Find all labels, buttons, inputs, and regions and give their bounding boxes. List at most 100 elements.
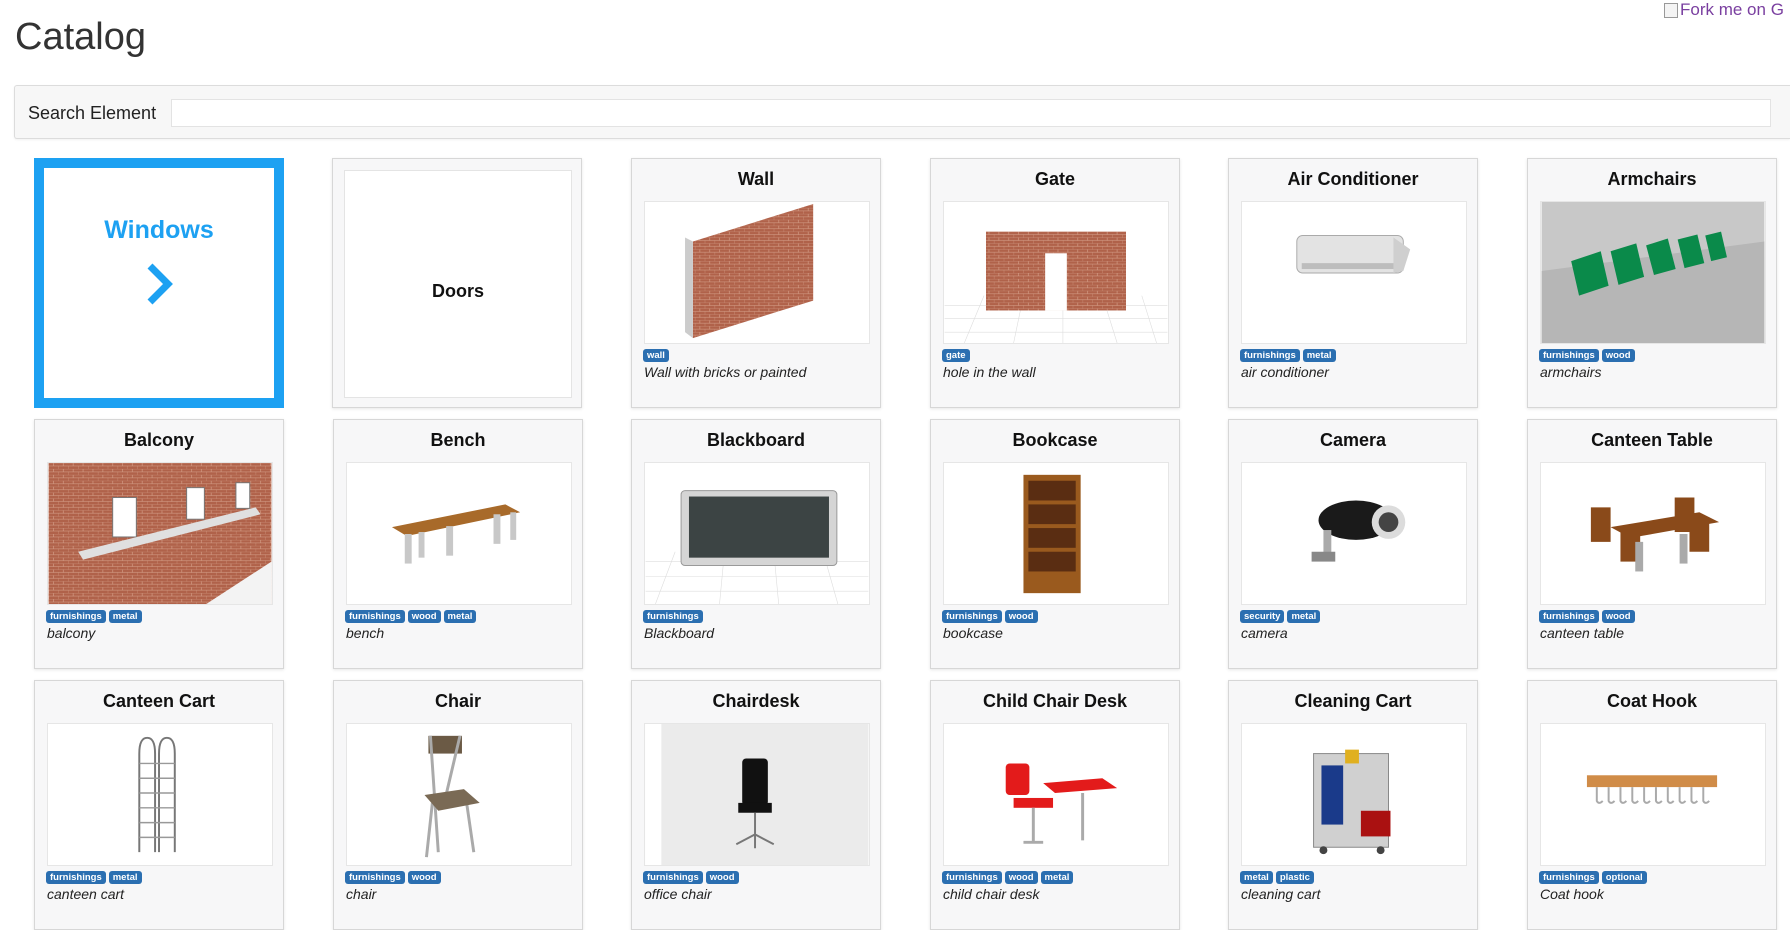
item-tags: metal plastic [1240,871,1314,884]
item-description: Wall with bricks or painted [644,364,807,380]
item-title: Wall [737,169,775,189]
catalog-item-canteen-cart[interactable]: Canteen Cart furnishings metal canteen ca… [34,680,284,930]
category-label: Windows [104,216,214,244]
tag-badge: wood [1601,610,1635,623]
tag-badge: furnishings [643,871,703,884]
item-title: Armchairs [1607,169,1697,189]
item-thumbnail [47,723,273,866]
catalog-item-chairdesk[interactable]: Chairdesk furnishings wood office chair [631,680,881,930]
catalog-item-bookcase[interactable]: Bookcase furnishings wood bookcase [930,419,1180,669]
catalog-item-cleaning-cart[interactable]: Cleaning Cart metal plastic cleaning cart [1228,680,1478,930]
catalog-item-coat-hook[interactable]: Coat Hook furnishings optional Coat hook [1527,680,1777,930]
item-description: cleaning cart [1241,886,1321,902]
tag-badge: wood [1004,610,1038,623]
item-tags: furnishings wood metal [345,610,477,623]
catalog-item-camera[interactable]: Camera security metal camera [1228,419,1478,669]
tag-badge: gate [942,349,970,362]
page-title: Catalog [15,16,146,58]
catalog-item-armchairs[interactable]: Armchairs furnishings wood armchairs [1527,158,1777,408]
item-thumbnail [1540,723,1766,866]
search-bar: Search Element [14,85,1790,139]
item-thumbnail [943,723,1169,866]
item-thumbnail [346,723,572,866]
tag-badge: furnishings [643,610,703,623]
tag-badge: metal [1240,871,1273,884]
cleaning-cart-icon [1313,749,1391,855]
tag-badge: metal [1302,349,1336,362]
item-thumbnail [1540,462,1766,605]
item-tags: furnishings wood [643,871,739,884]
fork-me-alt-text: Fork me on G [1680,0,1784,19]
item-tags: furnishings [643,610,703,623]
tag-badge: furnishings [46,871,106,884]
tag-badge: furnishings [1539,349,1599,362]
catalog-item-blackboard[interactable]: Blackboard furnishings Blackboard [631,419,881,669]
item-thumbnail [1241,723,1467,866]
catalog-item-child-chair-desk[interactable]: Child Chair Desk furnishings wood metal ch… [930,680,1180,930]
fork-me-banner[interactable]: Fork me on G [1664,0,1784,20]
tag-badge: wood [1004,871,1038,884]
tag-badge: plastic [1275,871,1314,884]
item-description: bookcase [943,625,1003,641]
item-thumbnail [644,462,870,605]
tag-badge: metal [108,610,142,623]
armchairs-icon [1541,202,1765,343]
item-tags: furnishings metal [46,871,142,884]
tag-badge: furnishings [1539,871,1599,884]
item-title: Child Chair Desk [982,691,1128,711]
item-tags: furnishings wood metal [942,871,1074,884]
tag-badge: wood [407,871,441,884]
category-doors[interactable]: Doors [332,158,582,408]
item-title: Bench [430,430,486,450]
tag-badge: wood [1601,349,1635,362]
item-description: balcony [47,625,96,641]
item-title: Blackboard [706,430,806,450]
catalog-item-wall[interactable]: Wall wall Wall with bricks or painted [631,158,881,408]
balcony-icon [48,463,272,604]
office-chair-icon [645,724,869,865]
item-tags: furnishings metal [1240,349,1336,362]
tag-badge: optional [1601,871,1647,884]
tag-badge: furnishings [46,610,106,623]
catalog-item-balcony[interactable]: Balcony furnishings metal balcony [34,419,284,669]
item-tags: furnishings wood [345,871,441,884]
item-title: Balcony [123,430,195,450]
item-thumbnail [1540,201,1766,344]
tag-badge: furnishings [1240,349,1300,362]
item-title: Air Conditioner [1287,169,1419,189]
item-thumbnail [47,462,273,605]
catalog-item-canteen-table[interactable]: Canteen Table furnishings wood canteen ta… [1527,419,1777,669]
item-description: canteen table [1540,625,1625,641]
catalog-item-air-conditioner[interactable]: Air Conditioner furnishings metal air con… [1228,158,1478,408]
item-tags: furnishings wood [1539,349,1635,362]
item-description: armchairs [1540,364,1602,380]
item-tags: gate [942,349,970,362]
canteen-cart-icon [138,736,176,853]
item-thumbnail [644,723,870,866]
search-label: Search Element [28,103,157,123]
item-thumbnail [943,462,1169,605]
item-thumbnail [1241,201,1467,344]
tag-badge: metal [1287,610,1321,623]
item-description: camera [1241,625,1288,641]
item-thumbnail [1241,462,1467,605]
item-description: Coat hook [1540,886,1604,902]
item-title: Bookcase [1012,430,1098,450]
tag-badge: wall [643,349,669,362]
item-tags: wall [643,349,669,362]
item-tags: furnishings wood [942,610,1038,623]
item-tags: furnishings metal [46,610,142,623]
tag-badge: wood [407,610,441,623]
blackboard-icon [645,490,869,604]
catalog-item-bench[interactable]: Bench furnishings wood metal bench [333,419,583,669]
item-title: Camera [1319,430,1387,450]
bookcase-icon [1023,474,1081,594]
coat-hook-icon [1586,775,1718,804]
category-windows[interactable]: Windows [34,158,284,408]
catalog-item-chair[interactable]: Chair furnishings wood chair [333,680,583,930]
search-input[interactable] [171,99,1771,127]
catalog-item-gate[interactable]: Gate gate hole in the wall [930,158,1180,408]
camera-icon [1311,500,1406,562]
category-label: Doors [431,281,484,301]
item-thumbnail [644,201,870,344]
